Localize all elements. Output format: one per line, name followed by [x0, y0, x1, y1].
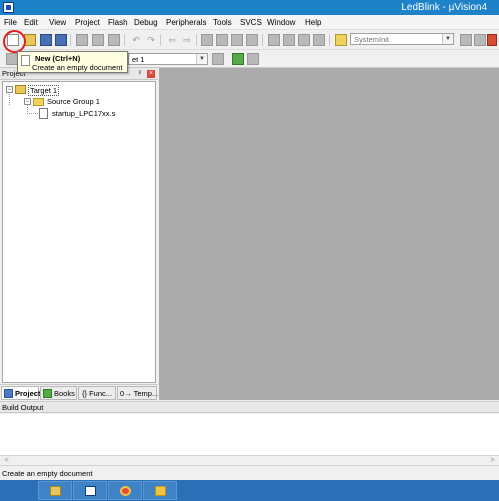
- tree-label-target: Target 1: [28, 85, 60, 96]
- menu-edit[interactable]: Edit: [24, 18, 38, 27]
- file-toolbar: ↶ ↷ ⇦ ⇨ SystemInit ▼: [0, 30, 499, 50]
- target-combo-value: et 1: [132, 55, 145, 64]
- file-explorer-icon: [50, 486, 61, 496]
- save-all-icon[interactable]: [55, 34, 67, 46]
- comment-icon[interactable]: [298, 34, 310, 46]
- toolbar-separator: [124, 34, 125, 46]
- tooltip-description: Create an empty document: [32, 63, 123, 72]
- tree-label-source-group: Source Group 1: [47, 97, 100, 106]
- copy-icon[interactable]: [92, 34, 104, 46]
- tab-templates[interactable]: 0→ Temp...: [117, 386, 158, 400]
- collapse-icon[interactable]: −: [24, 98, 31, 105]
- project-panel: Project ᵖ × − Target 1 − Source Group 1 …: [0, 68, 158, 400]
- toolbar-separator: [160, 34, 161, 46]
- toolbar-separator: [70, 34, 71, 46]
- uncomment-icon[interactable]: [313, 34, 325, 46]
- window-title: LedBlink - µVision4: [401, 2, 487, 13]
- start-button[interactable]: [2, 481, 36, 500]
- menu-svcs[interactable]: SVCS: [240, 18, 262, 27]
- taskbar-file-explorer[interactable]: [38, 481, 72, 500]
- taskbar-paint[interactable]: [143, 481, 177, 500]
- menu-tools[interactable]: Tools: [213, 18, 232, 27]
- menu-debug[interactable]: Debug: [134, 18, 158, 27]
- toolbar-separator: [329, 34, 330, 46]
- chevron-down-icon[interactable]: ▼: [196, 54, 207, 64]
- status-bar: Create an empty document: [0, 467, 499, 479]
- toolbar-separator: [196, 34, 197, 46]
- find-in-files-icon[interactable]: [335, 34, 347, 46]
- books-icon: [43, 389, 52, 398]
- previous-bookmark-icon[interactable]: [216, 34, 228, 46]
- new-button-highlight: [3, 30, 26, 53]
- target-combo[interactable]: et 1 ▼: [128, 53, 208, 65]
- cut-icon[interactable]: [76, 34, 88, 46]
- next-bookmark-icon[interactable]: [231, 34, 243, 46]
- uvision-app-icon[interactable]: [3, 2, 14, 13]
- undo-icon[interactable]: ↶: [130, 34, 142, 46]
- clear-bookmarks-icon[interactable]: [246, 34, 258, 46]
- menu-flash[interactable]: Flash: [108, 18, 128, 27]
- target-icon: [15, 85, 26, 94]
- menu-file[interactable]: File: [4, 18, 17, 27]
- unindent-icon[interactable]: [283, 34, 295, 46]
- find-icon[interactable]: [460, 34, 472, 46]
- toolbar-separator: [262, 34, 263, 46]
- build-output-title: Build Output: [2, 403, 44, 412]
- tab-books[interactable]: Books: [40, 386, 77, 400]
- uvision-icon: [85, 486, 96, 496]
- tooltip-title: New (Ctrl+N): [35, 54, 81, 63]
- chevron-down-icon[interactable]: ▼: [442, 34, 453, 44]
- navigate-back-icon[interactable]: ⇦: [166, 34, 178, 46]
- scroll-left-icon[interactable]: <: [2, 456, 11, 465]
- tree-connector: [27, 113, 38, 114]
- project-panel-tabs: Project Books {} Func... 0→ Temp...: [0, 384, 158, 400]
- tab-functions[interactable]: {} Func...: [78, 386, 116, 400]
- target-options-icon[interactable]: [212, 53, 224, 65]
- navigate-forward-icon[interactable]: ⇨: [181, 34, 193, 46]
- save-icon[interactable]: [40, 34, 52, 46]
- pin-icon[interactable]: ᵖ: [136, 70, 144, 78]
- paste-icon[interactable]: [108, 34, 120, 46]
- taskbar: [0, 480, 499, 501]
- folder-icon: [33, 98, 44, 106]
- taskbar-chrome[interactable]: [108, 481, 142, 500]
- redo-icon[interactable]: ↷: [145, 34, 157, 46]
- menu-peripherals[interactable]: Peripherals: [166, 18, 206, 27]
- function-combo-value: SystemInit: [354, 35, 390, 44]
- function-combo[interactable]: SystemInit ▼: [350, 33, 454, 45]
- document-icon: [21, 55, 30, 66]
- project-icon: [4, 389, 13, 398]
- debug-session-icon[interactable]: [487, 34, 497, 46]
- new-file-tooltip: New (Ctrl+N) Create an empty document: [17, 51, 128, 73]
- select-packs-icon[interactable]: [247, 53, 259, 65]
- title-bar: LedBlink - µVision4: [0, 0, 499, 15]
- menu-view[interactable]: View: [49, 18, 66, 27]
- paint-icon: [155, 486, 166, 496]
- build-output-header: Build Output: [0, 401, 499, 413]
- incremental-find-icon[interactable]: [474, 34, 486, 46]
- menu-window[interactable]: Window: [267, 18, 295, 27]
- build-output-text[interactable]: [0, 414, 499, 456]
- tree-label-file: startup_LPC17xx.s: [52, 109, 116, 118]
- menu-project[interactable]: Project: [75, 18, 100, 27]
- taskbar-uvision[interactable]: [73, 481, 107, 500]
- status-text: Create an empty document: [2, 469, 93, 478]
- close-icon[interactable]: ×: [147, 70, 155, 78]
- scroll-right-icon[interactable]: >: [488, 456, 497, 465]
- chrome-icon: [120, 486, 131, 496]
- menu-help[interactable]: Help: [305, 18, 321, 27]
- manage-components-icon[interactable]: [232, 53, 244, 65]
- indent-icon[interactable]: [268, 34, 280, 46]
- project-tree: − Target 1 − Source Group 1 startup_LPC1…: [2, 81, 156, 383]
- asm-file-icon: [39, 108, 48, 119]
- build-output-scrollbar[interactable]: < >: [0, 456, 499, 466]
- tab-project[interactable]: Project: [1, 386, 40, 400]
- collapse-icon[interactable]: −: [6, 86, 13, 93]
- bookmark-icon[interactable]: [201, 34, 213, 46]
- editor-area[interactable]: [159, 68, 499, 400]
- menu-bar: File Edit View Project Flash Debug Perip…: [0, 15, 499, 30]
